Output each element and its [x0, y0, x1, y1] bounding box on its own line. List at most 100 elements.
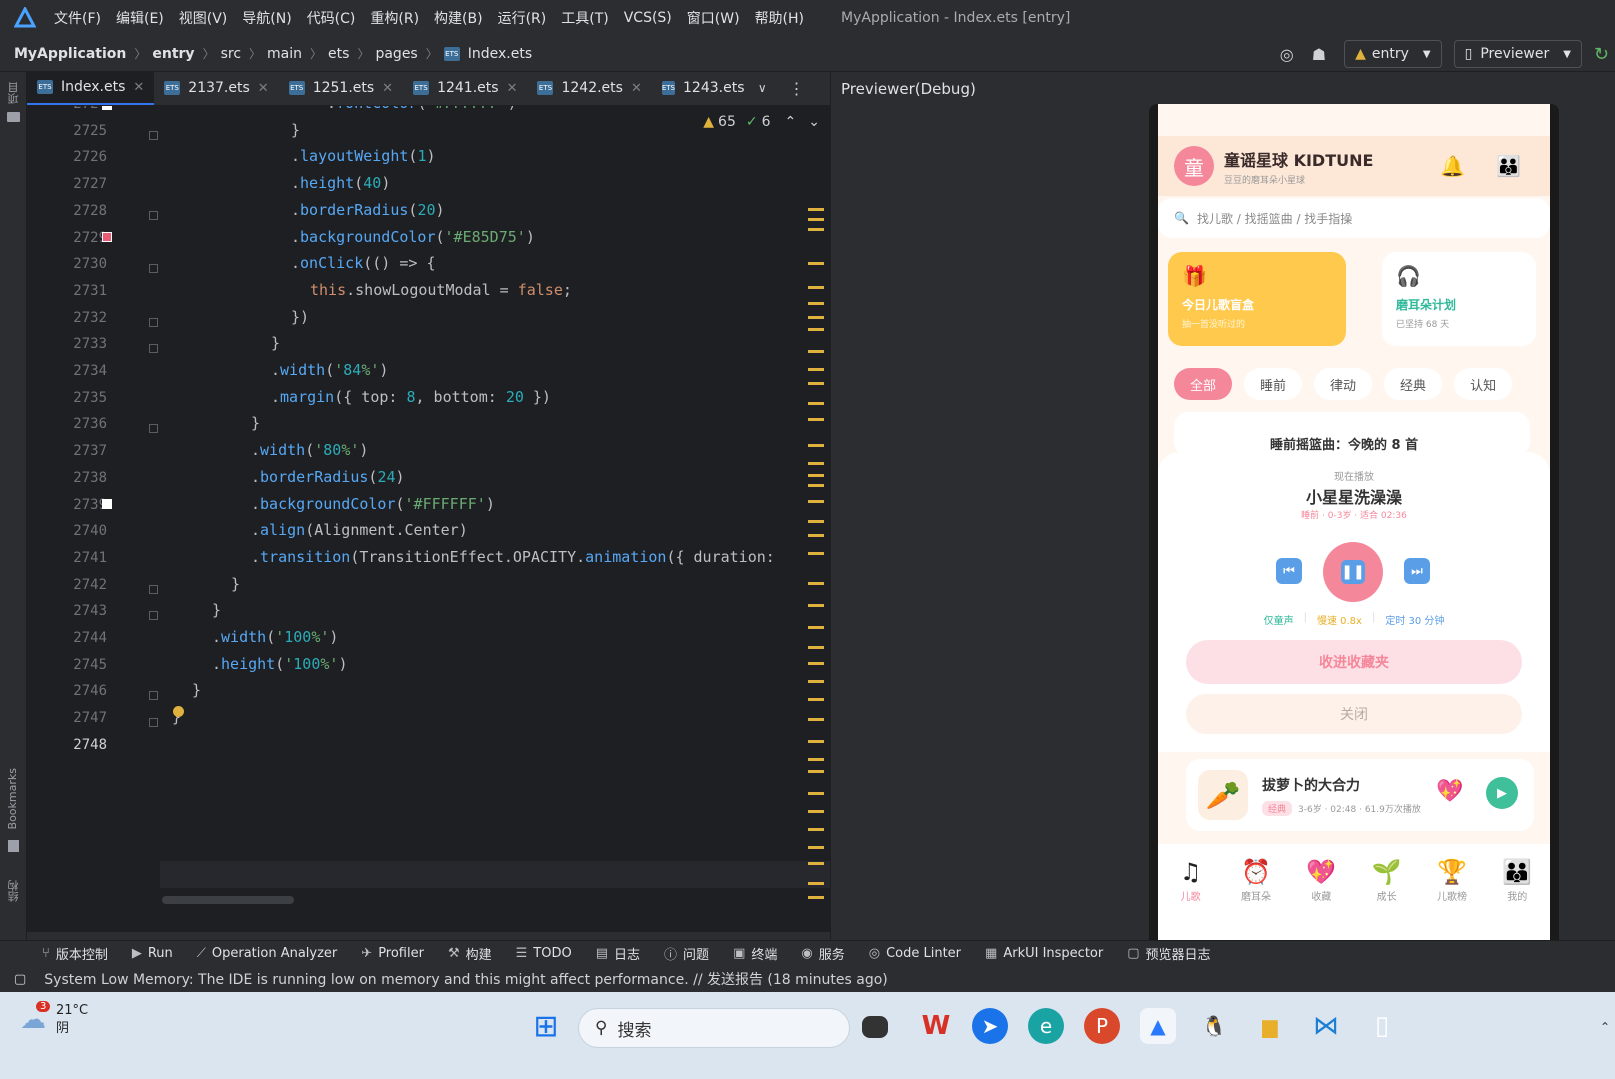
close-icon[interactable]: ✕	[258, 81, 269, 96]
stripe-mark[interactable]	[808, 520, 824, 523]
file-explorer-icon[interactable]: ▆	[1252, 1008, 1288, 1044]
stripe-mark[interactable]	[808, 262, 824, 265]
next-button[interactable]: ⏭	[1404, 558, 1430, 584]
stripe-mark[interactable]	[808, 500, 824, 503]
option-slow-speed[interactable]: 慢速 0.8x	[1317, 612, 1362, 627]
option-timer[interactable]: 定时 30 分钟	[1385, 612, 1444, 627]
chevron-up-icon[interactable]: ⌃	[785, 114, 797, 130]
stripe-mark[interactable]	[808, 758, 824, 761]
deveco-taskbar-icon[interactable]: ▲	[1140, 1008, 1176, 1044]
stripe-mark[interactable]	[808, 770, 824, 773]
close-button[interactable]: 关闭	[1186, 694, 1522, 734]
stripe-mark[interactable]	[808, 302, 824, 305]
stripe-mark[interactable]	[808, 418, 824, 421]
stripe-mark[interactable]	[808, 402, 824, 405]
close-icon[interactable]: ✕	[631, 81, 642, 96]
edge-icon[interactable]: e	[1028, 1008, 1064, 1044]
code-line[interactable]: }	[291, 121, 300, 139]
inspection-widget[interactable]: ▲ 65 ✓ 6 ⌃ ⌄	[703, 114, 820, 130]
code-line[interactable]: }	[251, 414, 260, 432]
chip-all[interactable]: 全部	[1174, 368, 1233, 400]
menu-refactor[interactable]: 重构(R)	[370, 8, 419, 28]
breadcrumb-module[interactable]: entry	[152, 46, 194, 62]
stripe-mark[interactable]	[808, 350, 824, 353]
stripe-mark[interactable]	[808, 680, 824, 683]
menu-build[interactable]: 构建(B)	[434, 8, 483, 28]
tool-previewer-log[interactable]: ▢ 预览器日志	[1127, 944, 1210, 963]
status-message[interactable]: System Low Memory: The IDE is running lo…	[44, 969, 887, 989]
stripe-mark[interactable]	[808, 604, 824, 607]
fold-marker-icon[interactable]	[149, 210, 158, 220]
add-to-favorites-button[interactable]: 收进收藏夹	[1186, 640, 1522, 684]
tab-ear-training[interactable]: ⏰ 磨耳朵	[1226, 858, 1286, 942]
chevron-up-icon[interactable]: ⌃	[1600, 1020, 1610, 1034]
stripe-mark[interactable]	[808, 534, 824, 537]
stripe-mark[interactable]	[808, 810, 824, 813]
stripe-mark[interactable]	[808, 228, 824, 231]
device-screen[interactable]: 童 童谣星球 KIDTUNE 豆豆的磨耳朵小星球 🔔 👪 🔍 找儿歌 / 找摇篮…	[1158, 104, 1550, 942]
stripe-mark[interactable]	[808, 662, 824, 665]
code-line[interactable]: }	[212, 601, 221, 619]
stripe-mark[interactable]	[808, 286, 824, 289]
stripe-mark[interactable]	[808, 474, 824, 477]
tabs-dropdown-icon[interactable]: ∨	[758, 71, 767, 105]
device-dropdown[interactable]: ▯ Previewer ▼	[1453, 40, 1582, 68]
stripe-mark[interactable]	[808, 896, 824, 899]
code-line[interactable]: .backgroundColor('#FFFFFF')	[251, 495, 495, 513]
chip-classic[interactable]: 经典	[1384, 368, 1443, 400]
menu-file[interactable]: 文件(F)	[54, 8, 101, 28]
sync-icon[interactable]: ↻	[1594, 44, 1609, 65]
ear-plan-card[interactable]: 🎧 磨耳朵计划 已坚持 68 天	[1382, 252, 1536, 346]
vscode-icon[interactable]: ⋈	[1308, 1008, 1344, 1044]
code-line[interactable]: .borderRadius(24)	[251, 468, 405, 486]
stripe-mark[interactable]	[808, 698, 824, 701]
code-line[interactable]: .width('100%')	[212, 628, 338, 646]
close-icon[interactable]: ✕	[507, 81, 518, 96]
tab-1251-ets[interactable]: ETS 1251.ets ✕	[279, 71, 403, 105]
file-icon[interactable]: ▯	[1364, 1008, 1400, 1044]
menu-run[interactable]: 运行(R)	[498, 8, 547, 28]
code-line[interactable]: .layoutWeight(1)	[291, 147, 436, 165]
tab-growth[interactable]: 🌱 成长	[1357, 858, 1417, 942]
tab-1243-ets[interactable]: ETS 1243.ets	[652, 71, 752, 105]
run-config-dropdown[interactable]: ▲ entry ▼	[1344, 40, 1442, 68]
project-tool-label[interactable]: 项目	[6, 82, 22, 104]
pause-button[interactable]: ❚❚	[1323, 542, 1383, 602]
code-line[interactable]: .margin({ top: 8, bottom: 20 })	[271, 388, 551, 406]
tab-1241-ets[interactable]: ETS 1241.ets ✕	[403, 71, 527, 105]
menu-view[interactable]: 视图(V)	[179, 8, 228, 28]
stripe-mark[interactable]	[808, 382, 824, 385]
feishu-icon[interactable]: ➤	[972, 1008, 1008, 1044]
tool-run[interactable]: ▶ Run	[132, 946, 173, 961]
breadcrumb-ets[interactable]: ets	[328, 46, 349, 62]
menu-vcs[interactable]: VCS(S)	[624, 10, 672, 26]
code-line[interactable]: }	[192, 681, 201, 699]
tool-problems[interactable]: ⓘ 问题	[664, 944, 709, 963]
bell-icon[interactable]: 🔔	[1440, 154, 1465, 178]
code-line[interactable]: .fontColor('#FFFFFF')	[327, 106, 517, 112]
stripe-mark[interactable]	[808, 316, 824, 319]
more-icon[interactable]: ⋮	[789, 71, 805, 105]
stripe-mark[interactable]	[808, 218, 824, 221]
chevron-down-icon[interactable]: ⌄	[808, 114, 820, 130]
close-icon[interactable]: ✕	[382, 81, 393, 96]
fold-marker-icon[interactable]	[149, 584, 158, 594]
code-line[interactable]: .width('84%')	[271, 361, 388, 379]
bookmark-icon[interactable]	[8, 840, 19, 852]
stripe-mark[interactable]	[808, 718, 824, 721]
menu-navigate[interactable]: 导航(N)	[242, 8, 291, 28]
code-line[interactable]: .onClick(() => {	[291, 254, 436, 272]
blind-box-card[interactable]: 🎁 今日儿歌盲盒 抽一首没听过的	[1168, 252, 1346, 346]
chip-cognition[interactable]: 认知	[1454, 368, 1513, 400]
tool-todo[interactable]: ☰ TODO	[516, 946, 572, 961]
code-editor[interactable]: 2724 2725 2726 2727 2728 2729 2730 2731 2732 2733…	[27, 106, 830, 932]
code-line[interactable]: .transition(TransitionEffect.OPACITY.ani…	[251, 548, 775, 566]
code-line[interactable]: .height(40)	[291, 174, 390, 192]
tool-log[interactable]: ▤ 日志	[596, 944, 640, 963]
folder-icon[interactable]	[7, 112, 20, 122]
stripe-mark[interactable]	[808, 740, 824, 743]
tool-code-linter[interactable]: ◎ Code Linter	[869, 946, 961, 961]
stripe-mark[interactable]	[808, 208, 824, 211]
chip-bedtime[interactable]: 睡前	[1244, 368, 1303, 400]
menu-help[interactable]: 帮助(H)	[755, 8, 804, 28]
